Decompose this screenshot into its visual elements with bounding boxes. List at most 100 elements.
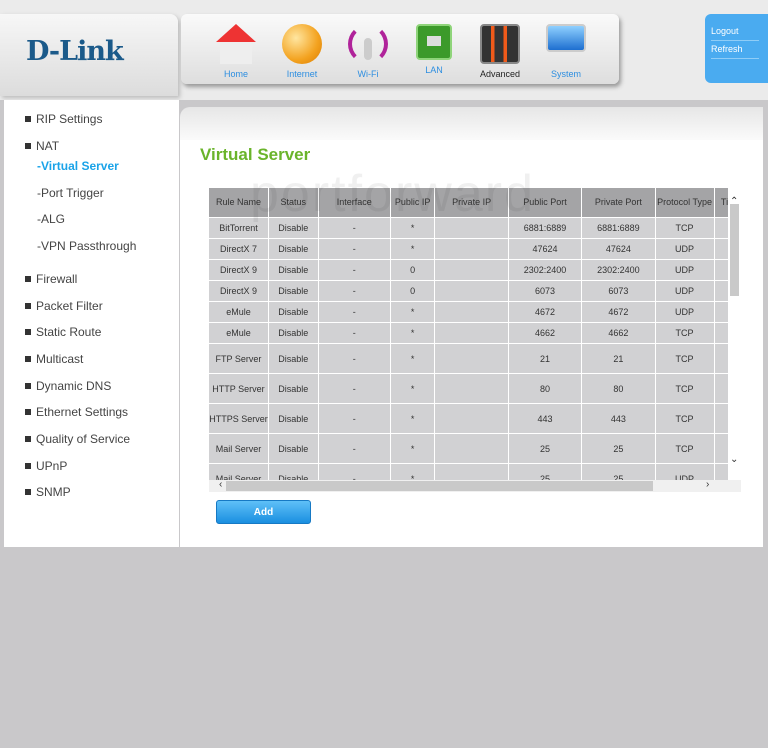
table-cell: * <box>390 302 435 322</box>
table-cell: Disable <box>268 239 318 259</box>
sidebar-item-dynamic-dns[interactable]: Dynamic DNS <box>25 379 111 393</box>
horizontal-scroll-thumb[interactable] <box>226 481 653 491</box>
table-cell: Disable <box>268 464 318 480</box>
virtual-server-table-viewport: Rule Name Status Interface Public IP Private… <box>209 188 728 480</box>
table-row[interactable]: BitTorrent Disable - * 6881:6889 6881:6889 TCP… <box>209 218 728 238</box>
sidebar-item-label: Ethernet Settings <box>36 405 129 419</box>
sidebar-item-firewall[interactable]: Firewall <box>25 272 77 286</box>
table-cell: * <box>390 434 435 463</box>
table-cell: Disable <box>268 404 318 433</box>
table-cell: 2302:2400 <box>582 260 655 280</box>
table-row[interactable]: FTP ServerDisable-*2121TCPAlways <box>209 344 728 373</box>
sidebar-item-packet-filter[interactable]: Packet Filter <box>25 299 103 313</box>
table-cell: 443 <box>582 404 655 433</box>
table-cell: UDP <box>655 464 714 480</box>
table-cell: - <box>318 281 390 301</box>
table-cell: - <box>318 218 390 238</box>
sidebar-item-label: Packet Filter <box>36 299 103 313</box>
table-cell: FTP Server <box>209 344 268 373</box>
table-cell: Always <box>714 434 728 463</box>
table-cell <box>435 464 508 480</box>
column-header: Public IP <box>390 188 435 217</box>
table-row[interactable]: Mail ServerDisable-*2525TCPAlways <box>209 434 728 463</box>
table-cell: * <box>390 323 435 343</box>
table-cell <box>435 404 508 433</box>
table-cell: Mail Server <box>209 434 268 463</box>
table-cell: 25 <box>508 434 582 463</box>
column-header: Protocol Type <box>655 188 714 217</box>
sidebar-item-multicast[interactable]: Multicast <box>25 352 83 366</box>
nav-label: Internet <box>286 69 318 79</box>
table-row[interactable]: DirectX 9Disable-060736073UDPAlways <box>209 281 728 301</box>
scroll-left-icon[interactable]: ‹ <box>219 479 222 490</box>
sidebar-item-ethernet-settings[interactable]: Ethernet Settings <box>25 405 128 419</box>
table-cell: eMule <box>209 302 268 322</box>
nav-internet[interactable]: Internet <box>269 14 335 84</box>
table-cell: Always <box>714 374 728 403</box>
column-header: Status <box>268 188 318 217</box>
virtual-server-table: Rule Name Status Interface Public IP Private… <box>209 188 728 480</box>
table-cell: Disable <box>268 281 318 301</box>
vertical-scroll-thumb[interactable] <box>730 204 739 296</box>
table-row[interactable]: HTTPS ServerDisable-*443443TCPAlways <box>209 404 728 433</box>
sidebar-item-label: SNMP <box>36 485 71 499</box>
table-cell: Mail Server <box>209 464 268 480</box>
table-cell: * <box>390 344 435 373</box>
bullet-icon <box>25 436 31 442</box>
table-cell <box>435 239 508 259</box>
table-cell: 0 <box>390 281 435 301</box>
column-header: Time Schedule <box>714 188 728 217</box>
table-cell: Disable <box>268 434 318 463</box>
table-cell: 6073 <box>582 281 655 301</box>
tools-icon <box>480 24 520 64</box>
sidebar-sub-alg[interactable]: -ALG <box>37 212 65 226</box>
table-cell: Always <box>714 404 728 433</box>
table-cell: Always <box>714 218 728 238</box>
table-cell: HTTP Server <box>209 374 268 403</box>
table-cell: * <box>390 374 435 403</box>
table-row[interactable]: HTTP ServerDisable-*8080TCPAlways <box>209 374 728 403</box>
sidebar-sub-vpn-passthrough[interactable]: -VPN Passthrough <box>37 239 136 253</box>
add-button[interactable]: Add <box>216 500 311 524</box>
sidebar-item-qos[interactable]: Quality of Service <box>25 432 130 446</box>
nav-home[interactable]: Home <box>203 14 269 84</box>
nav-advanced[interactable]: Advanced <box>467 14 533 84</box>
scroll-right-icon[interactable]: › <box>706 479 709 490</box>
sidebar-item-nat[interactable]: NAT <box>25 139 59 153</box>
nav-lan[interactable]: LAN <box>401 14 467 84</box>
table-row[interactable]: DirectX 9Disable-02302:24002302:2400UDPA… <box>209 260 728 280</box>
table-row[interactable]: eMuleDisable-*46624662TCPAlways <box>209 323 728 343</box>
scroll-down-icon[interactable]: ⌄ <box>730 454 738 465</box>
table-cell: Disable <box>268 302 318 322</box>
refresh-link[interactable]: Refresh <box>711 41 759 59</box>
vertical-scrollbar[interactable]: ⌃ ⌄ <box>728 188 741 480</box>
table-cell <box>435 302 508 322</box>
table-cell: * <box>390 464 435 480</box>
sidebar-sub-virtual-server[interactable]: -Virtual Server <box>37 159 119 173</box>
column-header: Interface <box>318 188 390 217</box>
sidebar-sub-port-trigger[interactable]: -Port Trigger <box>37 186 104 200</box>
table-cell: 25 <box>508 464 582 480</box>
lan-port-icon <box>416 24 452 60</box>
sidebar-item-upnp[interactable]: UPnP <box>25 459 67 473</box>
table-cell: - <box>318 404 390 433</box>
table-cell: Disable <box>268 260 318 280</box>
nav-wifi[interactable]: Wi-Fi <box>335 14 401 84</box>
sidebar-item-static-route[interactable]: Static Route <box>25 325 101 339</box>
table-cell: Disable <box>268 344 318 373</box>
table-row[interactable]: eMuleDisable-*46724672UDPAlways <box>209 302 728 322</box>
sidebar-item-snmp[interactable]: SNMP <box>25 485 71 499</box>
table-cell: 6881:6889 <box>582 218 655 238</box>
table-row[interactable]: DirectX 7Disable-*4762447624UDPAlways <box>209 239 728 259</box>
sidebar-item-rip-settings[interactable]: RIP Settings <box>25 112 102 126</box>
logout-link[interactable]: Logout <box>711 23 759 41</box>
bullet-icon <box>25 143 31 149</box>
nav-system[interactable]: System <box>533 14 599 84</box>
horizontal-scrollbar[interactable]: ‹ › <box>209 479 741 492</box>
column-header: Public Port <box>508 188 582 217</box>
nav-label: Home <box>223 69 248 79</box>
table-cell: - <box>318 302 390 322</box>
table-cell: Always <box>714 323 728 343</box>
sidebar-item-label: NAT <box>36 139 60 153</box>
table-row[interactable]: Mail ServerDisable-*2525UDPAlways <box>209 464 728 480</box>
